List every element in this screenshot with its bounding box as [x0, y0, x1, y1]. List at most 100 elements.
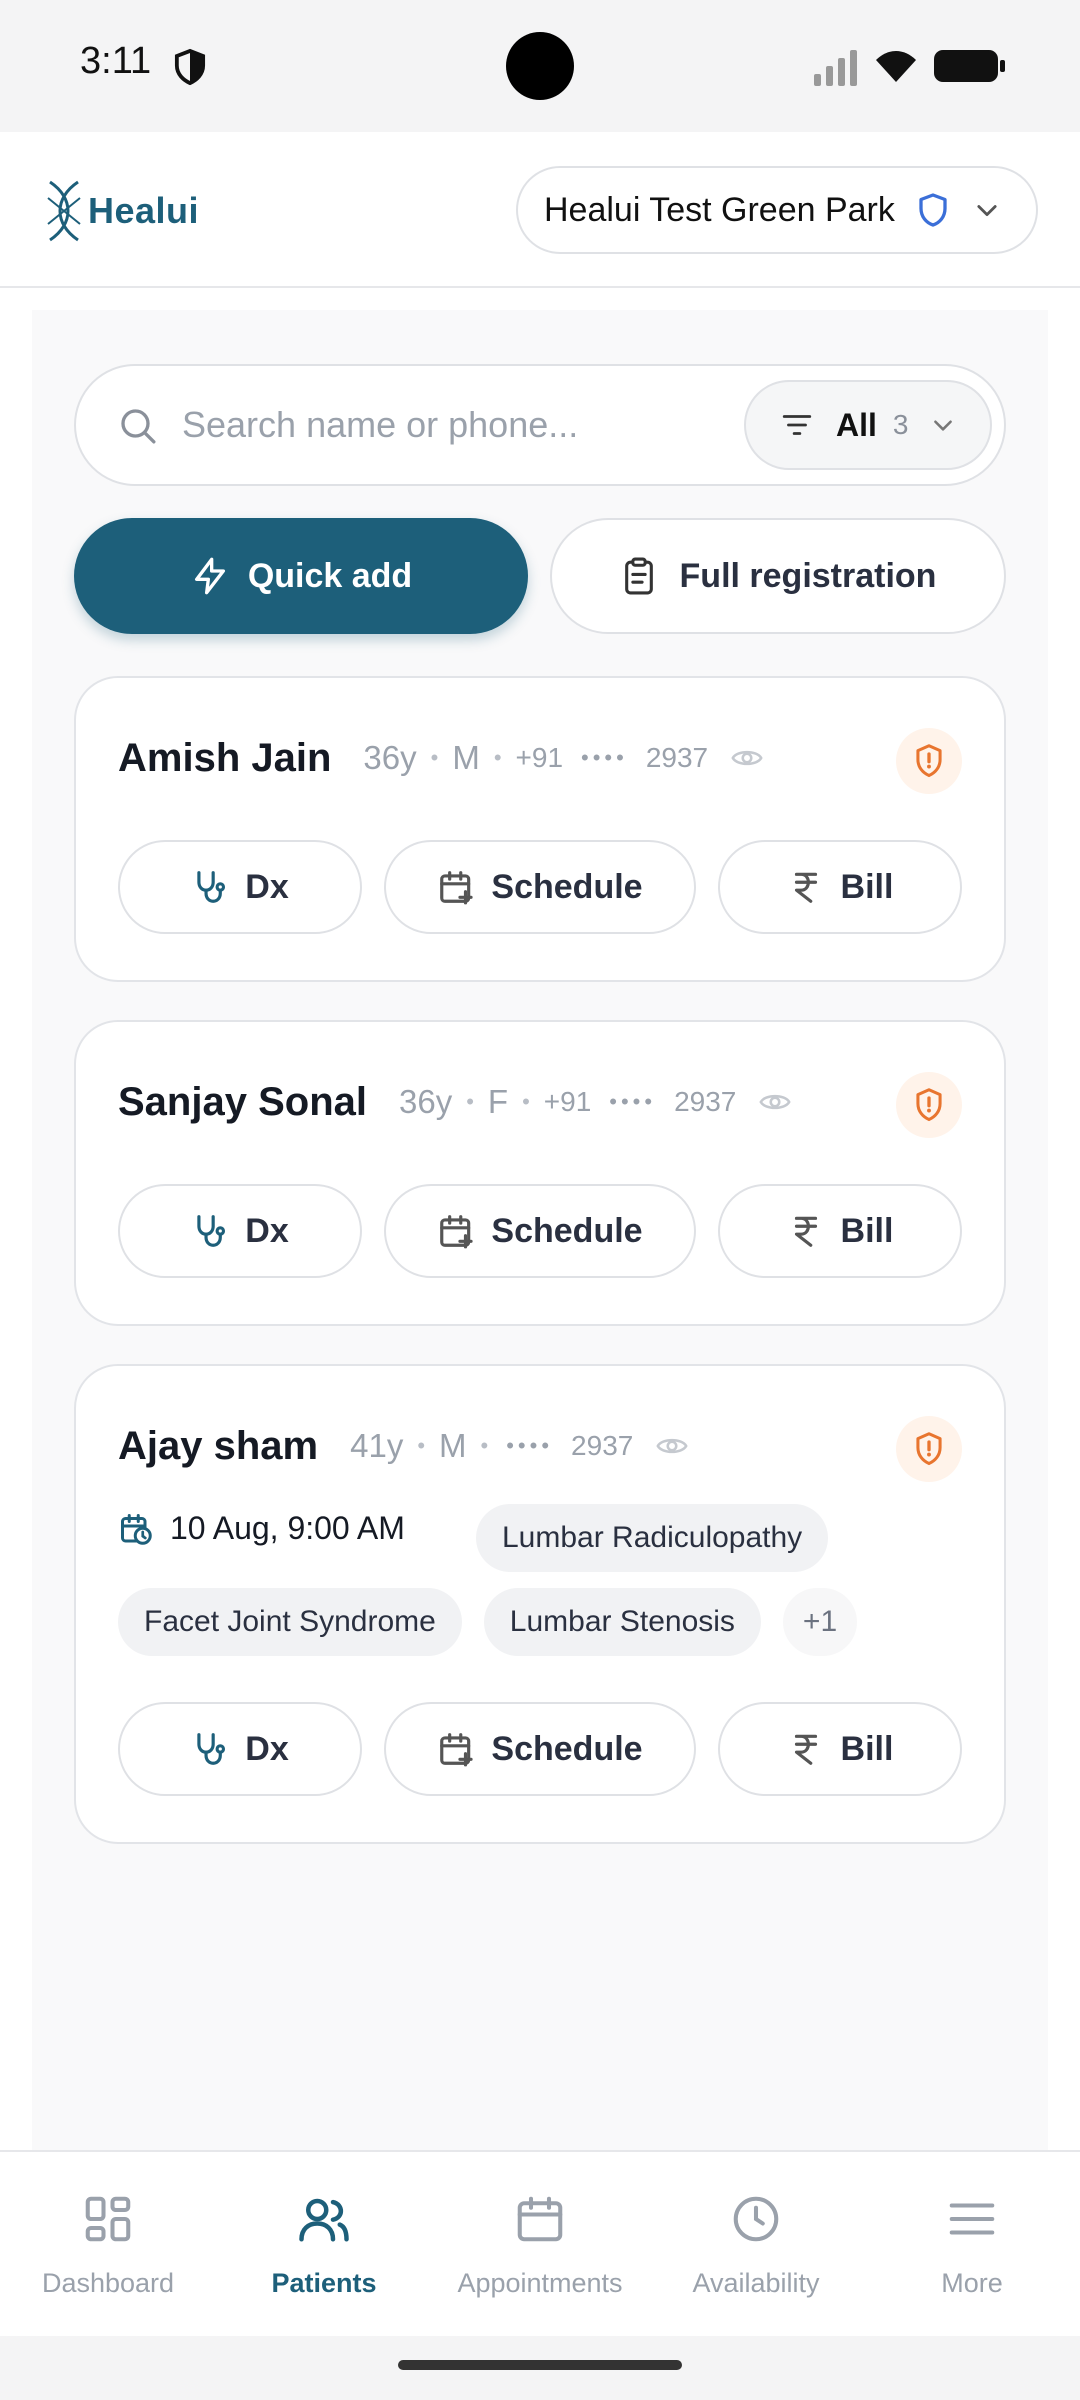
home-indicator[interactable]: [398, 2360, 682, 2370]
schedule-button[interactable]: Schedule: [384, 840, 696, 934]
quick-add-button[interactable]: Quick add: [74, 518, 528, 634]
phone-country-code: +91: [515, 742, 564, 773]
calendar-plus-icon: [440, 871, 474, 905]
search-icon: [121, 409, 156, 444]
patient-card[interactable]: Ajay sham 41y • M • •••• 2937 10 Aug, 9:…: [74, 1364, 1006, 1844]
phone-last-digits: 2937: [674, 1086, 737, 1117]
diagnosis-tag: Lumbar Stenosis: [483, 1588, 761, 1656]
nav-more[interactable]: More: [864, 2152, 1080, 2338]
dx-label: Dx: [245, 1729, 289, 1768]
appointment-datetime: 10 Aug, 9:00 AM: [170, 1510, 405, 1546]
app-header: Healui Healui Test Green Park: [0, 132, 1080, 288]
alert-shield-badge[interactable]: [896, 728, 962, 794]
nav-dashboard[interactable]: Dashboard: [0, 2152, 216, 2338]
patient-sex: M: [439, 1427, 467, 1464]
filter-count: 3: [892, 409, 909, 440]
appointment-info: 10 Aug, 9:00 AM: [118, 1510, 405, 1547]
bill-button[interactable]: Bill: [718, 1184, 962, 1278]
logo-text: Healui: [88, 190, 200, 231]
full-registration-button[interactable]: Full registration: [550, 518, 1006, 634]
clock-icon: [733, 2196, 779, 2242]
eye-icon[interactable]: [758, 1085, 792, 1119]
patient-age: 36y: [398, 1083, 453, 1120]
phone-last-digits: 2937: [571, 1430, 634, 1461]
schedule-label: Schedule: [491, 1729, 643, 1768]
nav-appointments[interactable]: Appointments: [432, 2152, 648, 2338]
patient-name: Sanjay Sonal: [118, 1079, 367, 1124]
nav-label: More: [941, 2268, 1003, 2298]
bill-label: Bill: [840, 1211, 894, 1250]
clinic-selector[interactable]: Healui Test Green Park: [516, 166, 1038, 254]
security-shield-icon: [174, 48, 206, 86]
bottom-navigation: Dashboard Patients Appointments Availabi…: [0, 2150, 1080, 2336]
rupee-icon: [794, 872, 817, 903]
calendar-icon: [517, 2196, 563, 2242]
patient-meta: 36y • M • +91 •••• 2937: [363, 739, 764, 777]
stethoscope-icon: [197, 871, 226, 903]
patient-sex: M: [452, 739, 480, 776]
lightning-icon: [194, 557, 225, 595]
nav-label: Dashboard: [41, 2268, 175, 2298]
rupee-icon: [794, 1216, 817, 1247]
phone-mask: ••••: [609, 1089, 657, 1114]
schedule-button[interactable]: Schedule: [384, 1702, 696, 1796]
battery-icon: [934, 50, 1005, 82]
nav-label: Availability: [692, 2268, 820, 2298]
patient-age: 41y: [350, 1427, 404, 1464]
calendar-clock-icon: [121, 1513, 152, 1545]
nav-patients[interactable]: Patients: [216, 2152, 432, 2338]
alert-shield-badge[interactable]: [896, 1416, 962, 1482]
healui-logo: Healui: [44, 176, 199, 246]
filter-dropdown[interactable]: All 3: [744, 380, 992, 470]
stethoscope-icon: [197, 1215, 226, 1247]
calendar-plus-icon: [440, 1733, 474, 1767]
schedule-button[interactable]: Schedule: [384, 1184, 696, 1278]
phone-country-code: +91: [543, 1086, 592, 1117]
dx-label: Dx: [245, 867, 289, 906]
patient-name: Ajay sham: [118, 1423, 319, 1468]
stethoscope-icon: [197, 1733, 226, 1765]
rupee-icon: [794, 1734, 817, 1765]
chevron-down-icon: [977, 205, 997, 217]
search-input[interactable]: [182, 394, 702, 456]
status-bar: 3:11: [0, 0, 1080, 132]
more-tags-badge[interactable]: +1: [782, 1588, 858, 1656]
calendar-plus-icon: [440, 1215, 474, 1249]
nav-label: Appointments: [457, 2268, 623, 2298]
eye-icon[interactable]: [730, 741, 764, 775]
dx-button[interactable]: Dx: [118, 1702, 362, 1796]
chevron-down-icon: [934, 420, 953, 431]
phone-mask: ••••: [506, 1433, 554, 1458]
bill-label: Bill: [840, 867, 894, 906]
wifi-icon: [876, 51, 916, 82]
nav-label: Patients: [271, 2268, 377, 2298]
grid-icon: [85, 2196, 131, 2242]
diagnosis-tag: Lumbar Radiculopathy: [476, 1504, 829, 1572]
alert-shield-icon: [916, 1432, 942, 1466]
nav-availability[interactable]: Availability: [648, 2152, 864, 2338]
patient-meta: 36y • F • +91 •••• 2937: [399, 1083, 792, 1121]
camera-cutout: [506, 32, 574, 100]
eye-icon[interactable]: [655, 1429, 689, 1463]
phone-last-digits: 2937: [645, 742, 709, 773]
dx-button[interactable]: Dx: [118, 1184, 362, 1278]
full-registration-label: Full registration: [679, 556, 937, 595]
dx-button[interactable]: Dx: [118, 840, 362, 934]
patient-card[interactable]: Sanjay Sonal 36y • F • +91 •••• 2937 Dx …: [74, 1020, 1006, 1326]
filter-icon: [782, 415, 812, 435]
status-time: 3:11: [80, 40, 152, 82]
alert-shield-badge[interactable]: [896, 1072, 962, 1138]
bill-button[interactable]: Bill: [718, 840, 962, 934]
patient-name: Amish Jain: [118, 735, 332, 780]
verified-shield-icon: [919, 193, 947, 227]
users-icon: [299, 2198, 349, 2242]
patient-card[interactable]: Amish Jain 36y • M • +91 •••• 2937 Dx Sc…: [74, 676, 1006, 982]
logo-mark-icon: [47, 180, 81, 242]
dx-label: Dx: [245, 1211, 289, 1250]
patient-sex: F: [487, 1083, 509, 1120]
schedule-label: Schedule: [491, 1211, 643, 1250]
patient-meta: 41y • M • •••• 2937: [350, 1427, 689, 1465]
clinic-name: Healui Test Green Park: [544, 190, 895, 229]
bill-button[interactable]: Bill: [718, 1702, 962, 1796]
signal-icon: [814, 50, 857, 86]
